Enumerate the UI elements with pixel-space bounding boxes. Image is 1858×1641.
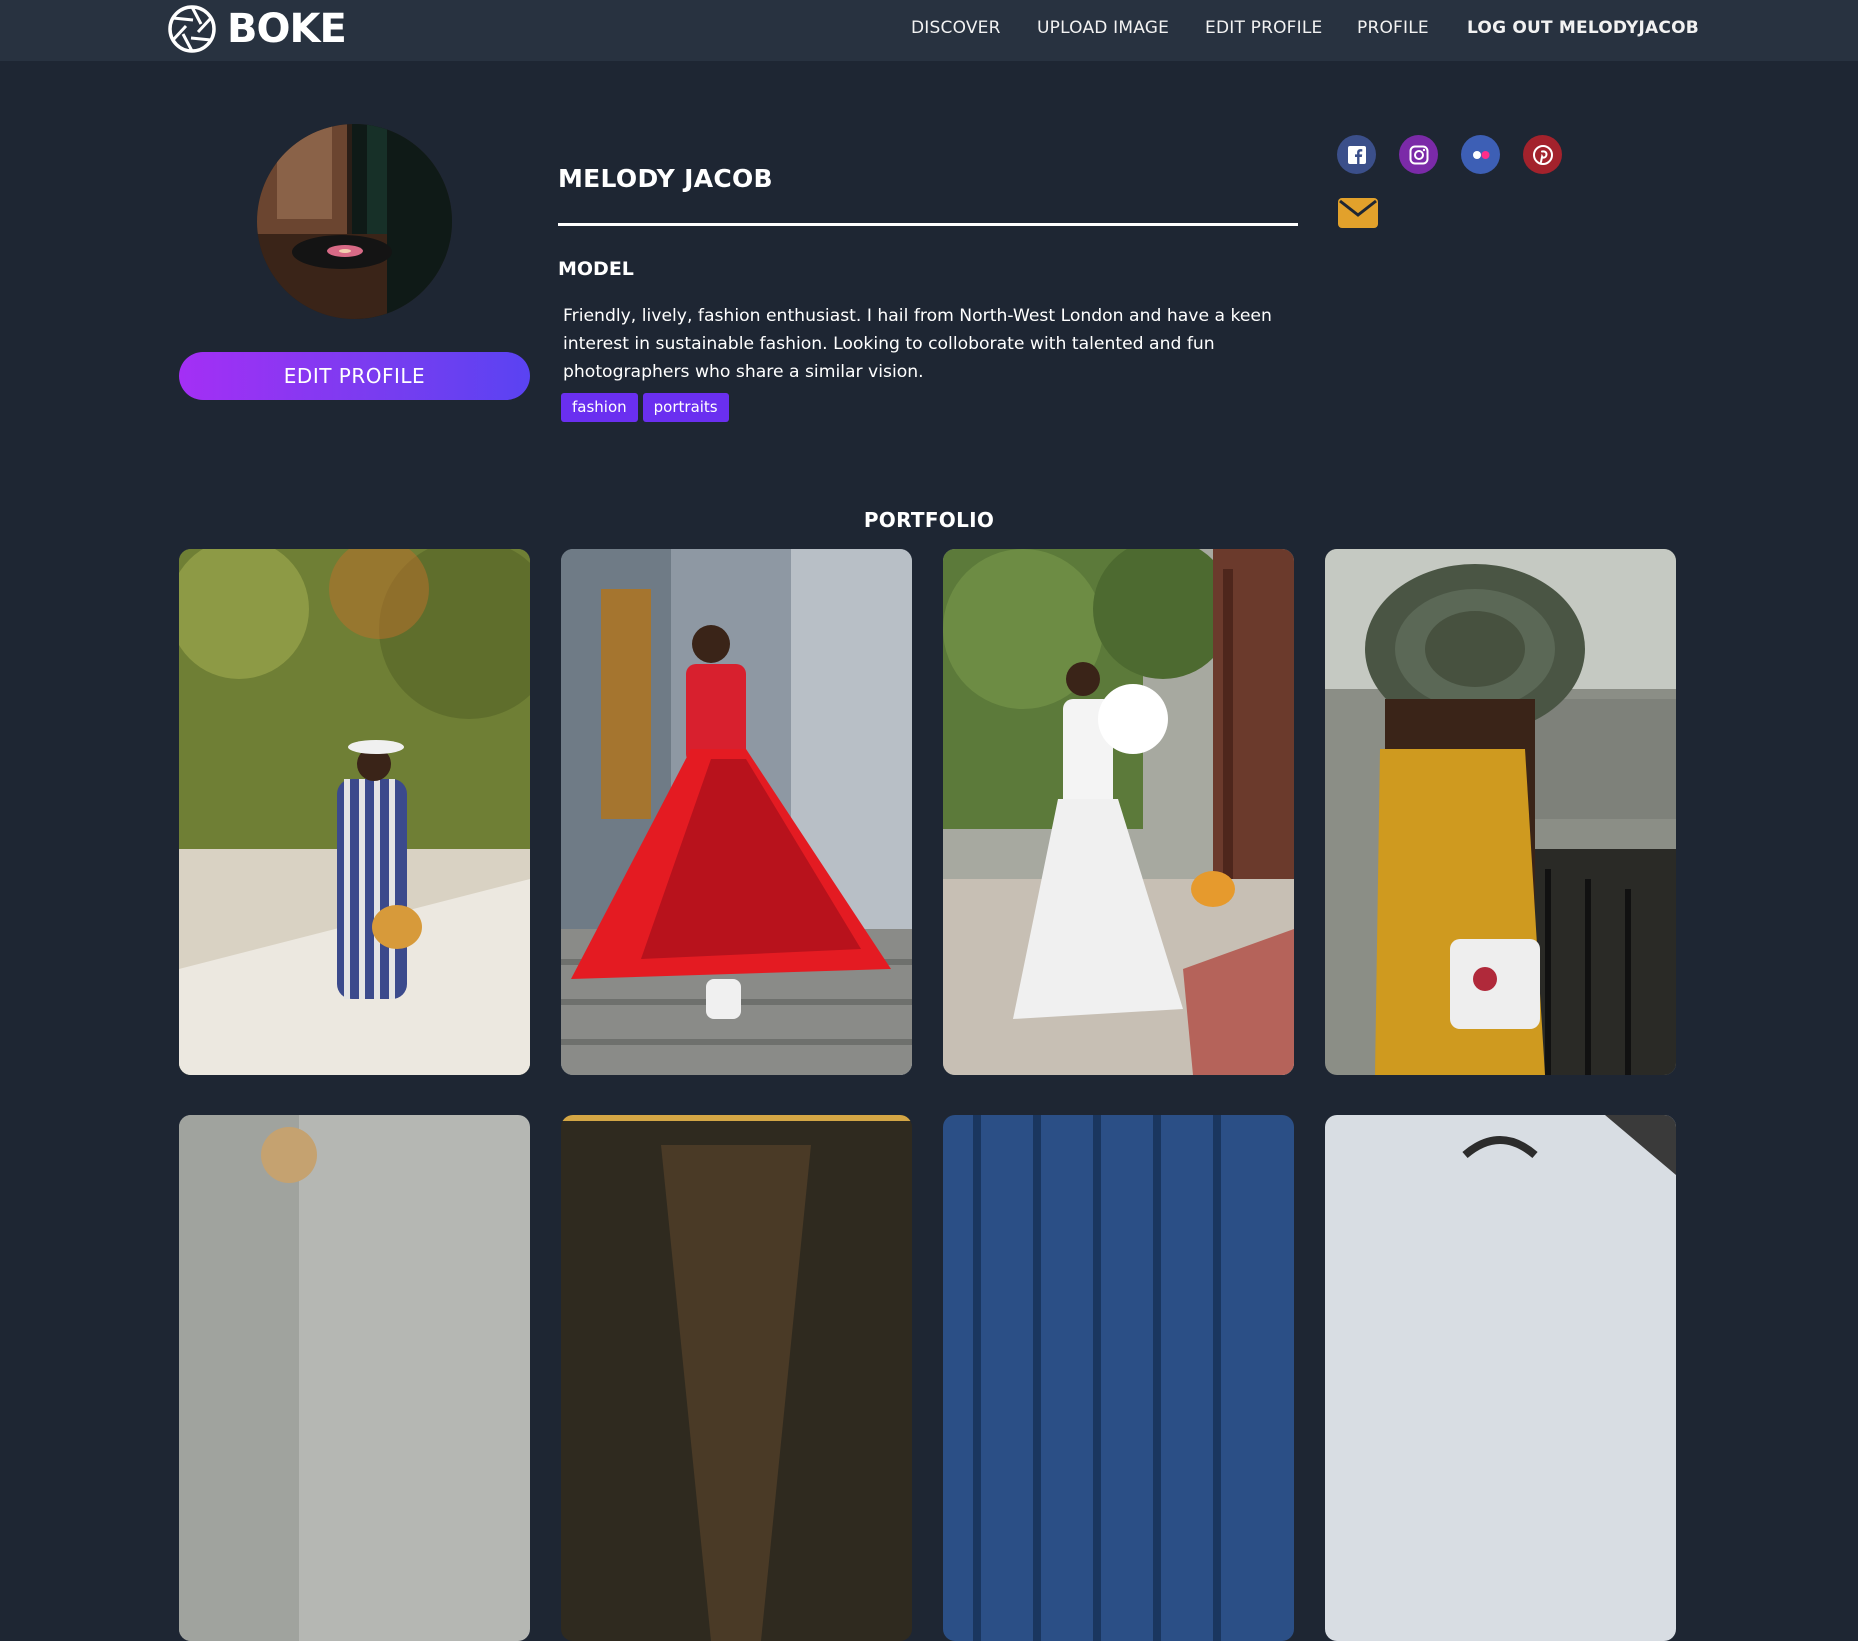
- tag-list: fashion portraits: [561, 393, 729, 422]
- tag-portraits[interactable]: portraits: [642, 393, 729, 422]
- nav-discover[interactable]: DISCOVER: [911, 18, 1001, 38]
- portfolio-image[interactable]: [179, 549, 530, 1075]
- portfolio-image[interactable]: [943, 1115, 1294, 1641]
- brand-name: BOKE: [227, 6, 347, 52]
- divider: [558, 223, 1298, 226]
- aperture-icon: [168, 5, 216, 53]
- avatar: [257, 124, 452, 319]
- nav-profile[interactable]: PROFILE: [1357, 18, 1429, 38]
- portfolio-title: PORTFOLIO: [863, 508, 995, 532]
- nav-edit-profile[interactable]: EDIT PROFILE: [1205, 18, 1322, 38]
- portfolio-image[interactable]: [561, 549, 912, 1075]
- flickr-icon[interactable]: [1461, 135, 1500, 174]
- brand-logo[interactable]: BOKE: [167, 3, 347, 55]
- portfolio-image[interactable]: [561, 1115, 912, 1641]
- instagram-icon[interactable]: [1399, 135, 1438, 174]
- portfolio-image[interactable]: [943, 549, 1294, 1075]
- edit-profile-button[interactable]: EDIT PROFILE: [179, 352, 530, 400]
- portfolio-image[interactable]: [179, 1115, 530, 1641]
- mail-icon[interactable]: [1338, 198, 1378, 228]
- profile-role: MODEL: [558, 258, 634, 280]
- nav-upload-image[interactable]: UPLOAD IMAGE: [1037, 18, 1169, 38]
- top-navbar: BOKE DISCOVER UPLOAD IMAGE EDIT PROFILE …: [0, 0, 1858, 61]
- tag-fashion[interactable]: fashion: [561, 393, 638, 422]
- profile-bio: Friendly, lively, fashion enthusiast. I …: [563, 306, 1272, 382]
- portfolio-image[interactable]: [1325, 549, 1676, 1075]
- nav-logout[interactable]: LOG OUT MELODYJACOB: [1467, 18, 1699, 38]
- facebook-icon[interactable]: [1337, 135, 1376, 174]
- profile-name: MELODY JACOB: [558, 164, 773, 193]
- portfolio-image[interactable]: [1325, 1115, 1676, 1641]
- pinterest-icon[interactable]: [1523, 135, 1562, 174]
